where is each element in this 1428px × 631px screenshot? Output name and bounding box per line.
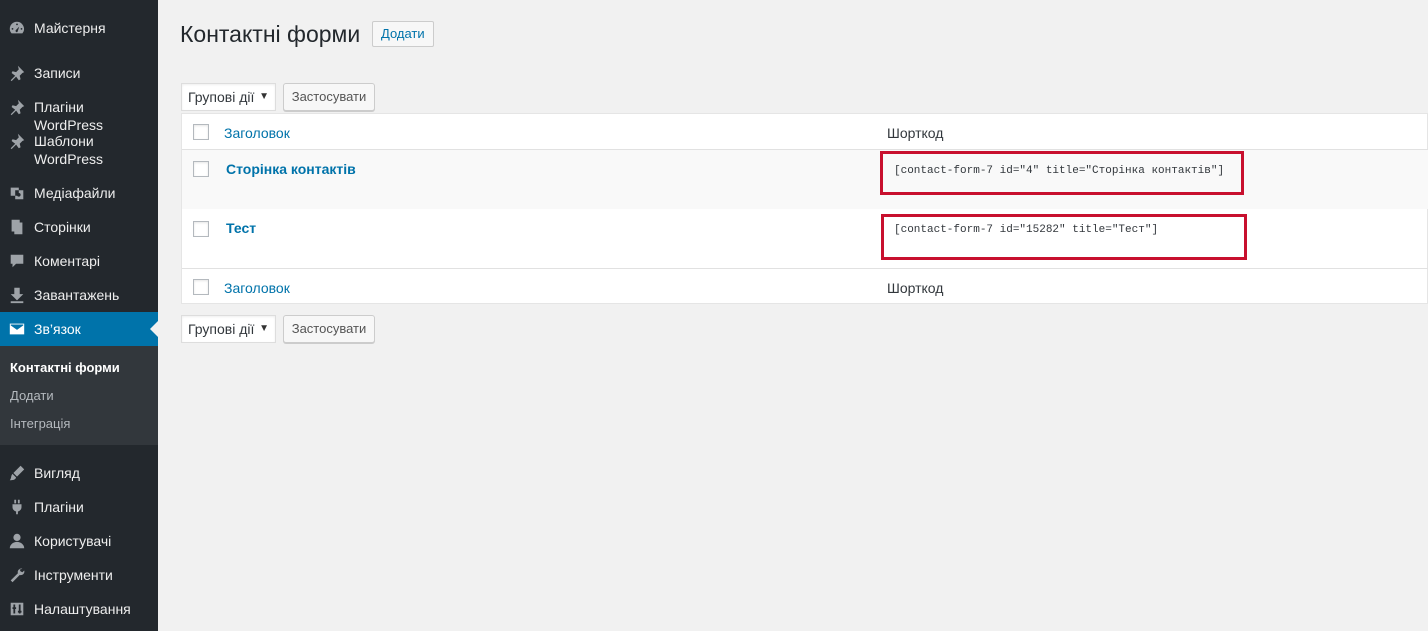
menu-item-pages[interactable]: Сторінки: [0, 218, 158, 236]
media-icon: [0, 184, 34, 202]
menu-item-posts[interactable]: Записи: [0, 64, 158, 82]
menu-item-plugins[interactable]: Плагіни: [0, 498, 158, 516]
menu-label: Медіафайли: [34, 185, 116, 201]
menu-label: Сторінки: [34, 219, 91, 235]
row-checkbox[interactable]: [193, 161, 209, 177]
appearance-icon: [0, 464, 34, 482]
contact-submenu: Контактні форми Додати Інтеграція: [0, 346, 158, 445]
select-all-checkbox-footer[interactable]: [193, 279, 209, 295]
download-icon: [0, 286, 34, 304]
highlight-box: [881, 214, 1247, 260]
settings-icon: [0, 600, 34, 618]
menu-item-users[interactable]: Користувачі: [0, 532, 158, 550]
row-checkbox[interactable]: [193, 221, 209, 237]
tools-icon: [0, 566, 34, 584]
apply-button-top[interactable]: Застосувати: [283, 83, 375, 111]
chevron-down-icon: ▼: [259, 323, 269, 334]
menu-label: Зв’язок: [34, 321, 81, 337]
column-footer-title[interactable]: Заголовок: [224, 280, 290, 296]
menu-item-appearance[interactable]: Вигляд: [0, 464, 158, 482]
table-row: Тест [contact-form-7 id="15282" title="Т…: [182, 209, 1428, 268]
contact-forms-table: Заголовок Шорткод Сторінка контактів [co…: [181, 113, 1428, 304]
select-all-checkbox[interactable]: [193, 124, 209, 140]
submenu-add-new[interactable]: Додати: [10, 388, 54, 403]
menu-label: Користувачі: [34, 533, 112, 549]
menu-item-media[interactable]: Медіафайли: [0, 184, 158, 202]
menu-label: Плагіни: [34, 499, 84, 515]
menu-label: Записи: [34, 65, 81, 81]
chevron-down-icon: ▼: [259, 91, 269, 102]
highlight-box: [880, 151, 1244, 195]
add-new-button[interactable]: Додати: [372, 21, 434, 47]
menu-item-wp-plugins[interactable]: Плагіни WordPress: [0, 98, 158, 134]
page-title: Контактні форми: [180, 21, 361, 47]
table-row: Сторінка контактів [contact-form-7 id="4…: [182, 150, 1428, 209]
menu-item-contact[interactable]: Зв’язок: [0, 312, 158, 346]
menu-item-settings[interactable]: Налаштування: [0, 600, 158, 618]
menu-item-downloads[interactable]: Завантажень: [0, 286, 158, 304]
row-title-link[interactable]: Тест: [226, 220, 256, 236]
menu-item-dashboard[interactable]: Майстерня: [0, 19, 158, 37]
bulk-actions-select-top[interactable]: Групові дії ▼: [181, 83, 276, 111]
column-header-shortcode: Шорткод: [887, 125, 944, 141]
menu-label: Коментарі: [34, 253, 101, 269]
dashboard-icon: [0, 19, 34, 37]
menu-label: Вигляд: [34, 465, 80, 481]
comments-icon: [0, 252, 34, 270]
column-header-title[interactable]: Заголовок: [224, 125, 290, 141]
menu-label: Налаштування: [34, 601, 131, 617]
pin-icon: [0, 64, 34, 82]
pages-icon: [0, 218, 34, 236]
bulk-actions-label: Групові дії: [188, 89, 255, 105]
submenu-integration[interactable]: Інтеграція: [10, 416, 70, 431]
pin-icon: [0, 98, 34, 116]
row-title-link[interactable]: Сторінка контактів: [226, 161, 356, 177]
mail-icon: [0, 320, 34, 338]
plugins-icon: [0, 498, 34, 516]
users-icon: [0, 532, 34, 550]
apply-button-bottom[interactable]: Застосувати: [283, 315, 375, 343]
pin-icon: [0, 132, 34, 150]
bulk-actions-select-bottom[interactable]: Групові дії ▼: [181, 315, 276, 343]
menu-item-wp-themes[interactable]: Шаблони WordPress: [0, 132, 158, 168]
table-header-row: Заголовок Шорткод: [182, 114, 1428, 150]
submenu-contact-forms[interactable]: Контактні форми: [10, 360, 120, 375]
menu-label: Шаблони WordPress: [34, 133, 103, 167]
bulk-actions-label: Групові дії: [188, 321, 255, 337]
menu-label: Плагіни WordPress: [34, 99, 103, 133]
menu-label: Майстерня: [34, 20, 106, 36]
column-footer-shortcode: Шорткод: [887, 280, 944, 296]
menu-item-tools[interactable]: Інструменти: [0, 566, 158, 584]
menu-label: Інструменти: [34, 567, 113, 583]
menu-item-comments[interactable]: Коментарі: [0, 252, 158, 270]
menu-label: Завантажень: [34, 287, 120, 303]
admin-sidebar: Майстерня Записи Плагіни WordPress Шабло…: [0, 0, 158, 631]
table-footer-row: Заголовок Шорткод: [182, 269, 1428, 304]
